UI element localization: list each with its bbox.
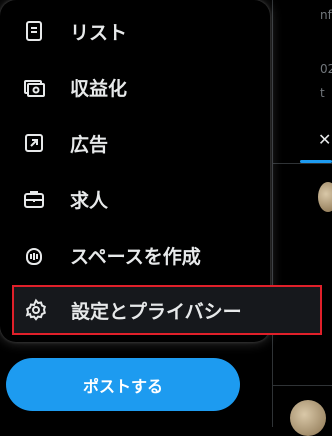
menu-item-label: 求人 bbox=[70, 189, 109, 212]
background-text-fragment: t bbox=[320, 86, 325, 100]
menu-item-monetization[interactable]: 収益化 bbox=[0, 59, 270, 115]
avatar[interactable] bbox=[290, 400, 326, 436]
menu-item-settings-privacy[interactable]: 設定とプライバシー bbox=[12, 285, 322, 335]
menu-item-jobs[interactable]: 求人 bbox=[0, 171, 270, 227]
timeline-divider bbox=[272, 0, 273, 427]
post-button[interactable]: ポストする bbox=[6, 358, 240, 411]
ads-icon bbox=[22, 131, 46, 155]
more-menu: リスト 収益化 広告 求人 スペースを作成 設定とプライバシー bbox=[0, 0, 322, 342]
background-separator bbox=[273, 163, 332, 164]
menu-item-lists[interactable]: リスト bbox=[0, 3, 270, 59]
gear-icon bbox=[24, 298, 48, 322]
monetization-icon bbox=[22, 75, 46, 99]
menu-item-label: 収益化 bbox=[70, 77, 128, 100]
menu-item-create-space[interactable]: スペースを作成 bbox=[0, 227, 270, 283]
background-text-fragment: nf bbox=[320, 8, 332, 22]
background-text-fragment: 02 bbox=[320, 62, 332, 76]
menu-item-label: スペースを作成 bbox=[70, 245, 201, 268]
menu-item-label: 広告 bbox=[70, 133, 109, 156]
background-close-icon: ✕ bbox=[318, 130, 332, 149]
menu-item-label: リスト bbox=[70, 21, 128, 44]
menu-item-ads[interactable]: 広告 bbox=[0, 115, 270, 171]
menu-item-label: 設定とプライバシー bbox=[71, 300, 242, 323]
background-separator bbox=[273, 385, 332, 386]
spaces-icon bbox=[22, 243, 46, 267]
list-icon bbox=[22, 19, 46, 43]
avatar[interactable] bbox=[318, 182, 332, 212]
jobs-icon bbox=[22, 187, 46, 211]
